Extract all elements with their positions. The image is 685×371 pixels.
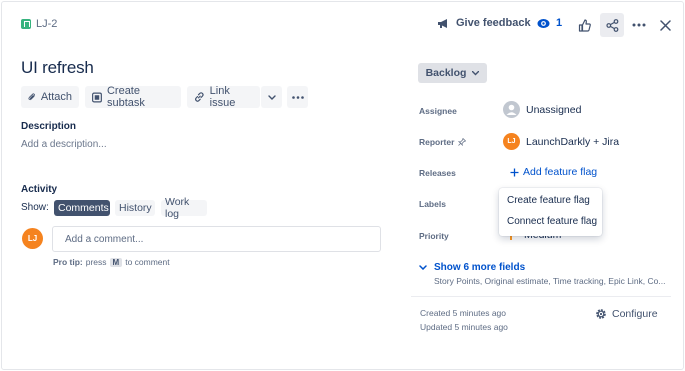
pin-icon [458,138,467,146]
pro-tip: Pro tip: press M to comment [53,257,170,267]
description-heading: Description [21,121,77,132]
configure-button[interactable]: Configure [595,308,658,320]
chevron-down-icon [267,94,276,100]
description-field[interactable]: Add a description... [21,139,107,150]
issue-modal [1,1,684,370]
share-icon [605,18,618,32]
close-icon [659,19,671,31]
assignee-label: Assignee [419,106,457,116]
feature-flag-menu: Create feature flag Connect feature flag [499,188,602,236]
activity-heading: Activity [21,184,58,195]
subtask-icon [92,92,102,102]
reporter-field[interactable]: LJ LaunchDarkly + Jira [503,133,619,150]
give-feedback-button[interactable]: Give feedback [437,17,531,29]
reporter-initials: LJ [507,138,516,145]
watch-button[interactable]: 1 [537,17,562,29]
watch-count: 1 [556,17,563,29]
link-icon [194,92,204,102]
chevron-down-icon [419,265,427,270]
add-feature-flag-button[interactable]: Add feature flag [510,166,597,178]
plus-icon [510,168,519,176]
more-actions-button[interactable] [627,13,651,37]
chevron-down-icon [472,70,480,75]
create-subtask-label: Create subtask [106,85,145,109]
issue-key-link[interactable]: LJ-2 [21,18,57,30]
filter-history[interactable]: History [115,200,155,216]
unassigned-avatar-icon [503,101,520,118]
divider [411,296,671,297]
menu-item-create-feature-flag[interactable]: Create feature flag [507,195,590,206]
labels-label: Labels [419,199,446,209]
eye-icon [537,18,550,28]
show-more-fields-button[interactable]: Show 6 more fields [419,262,525,273]
comment-input[interactable]: Add a comment... [52,226,381,252]
thumbs-up-icon [578,18,591,32]
megaphone-icon [438,18,447,28]
status-dropdown[interactable]: Backlog [418,63,487,83]
configure-label: Configure [612,308,658,320]
give-feedback-label: Give feedback [456,17,531,29]
issue-key: LJ-2 [36,18,58,30]
add-feature-flag-label: Add feature flag [523,166,598,178]
priority-label: Priority [419,231,449,241]
create-subtask-button[interactable]: Create subtask [85,85,181,109]
more-fields-hint: Story Points, Original estimate, Time tr… [434,276,666,286]
filter-comments[interactable]: Comments [54,200,110,216]
protip-press: press [85,257,107,267]
comment-placeholder: Add a comment... [65,233,144,245]
status-label: Backlog [425,67,467,79]
show-more-fields-label: Show 6 more fields [434,262,526,273]
attach-label: Attach [40,91,72,103]
menu-item-connect-feature-flag[interactable]: Connect feature flag [507,216,597,227]
releases-label: Releases [419,168,456,178]
filter-work-log[interactable]: Work log [161,196,207,220]
attach-button[interactable]: Attach [21,86,79,108]
created-timestamp: Created 5 minutes ago [420,308,506,318]
link-issue-label: Link issue [209,85,236,109]
reporter-value: LaunchDarkly + Jira [526,135,620,148]
more-actions-button-secondary[interactable] [287,86,308,108]
like-button[interactable] [572,13,596,37]
protip-prefix: Pro tip: [53,257,83,267]
issue-title[interactable]: UI refresh [21,58,94,78]
assignee-field[interactable]: Unassigned [503,101,581,118]
avatar: LJ [22,228,43,249]
story-icon [21,19,31,29]
assignee-value: Unassigned [526,103,582,116]
reporter-label-group: Reporter [419,137,467,147]
updated-timestamp: Updated 5 minutes ago [420,322,508,332]
more-icon [632,23,646,27]
avatar-initials: LJ [27,234,38,243]
gear-icon [596,309,606,319]
paperclip-icon [28,93,35,101]
keyboard-shortcut-key: M [109,257,123,267]
show-label: Show: [21,202,49,213]
reporter-label: Reporter [419,137,455,147]
protip-suffix: to comment [125,257,170,267]
close-button[interactable] [653,13,677,37]
link-issue-button[interactable]: Link issue [187,85,260,109]
link-issue-dropdown-button[interactable] [261,86,282,108]
share-button[interactable] [600,13,624,37]
avatar: LJ [503,133,520,150]
more-icon [291,95,304,99]
